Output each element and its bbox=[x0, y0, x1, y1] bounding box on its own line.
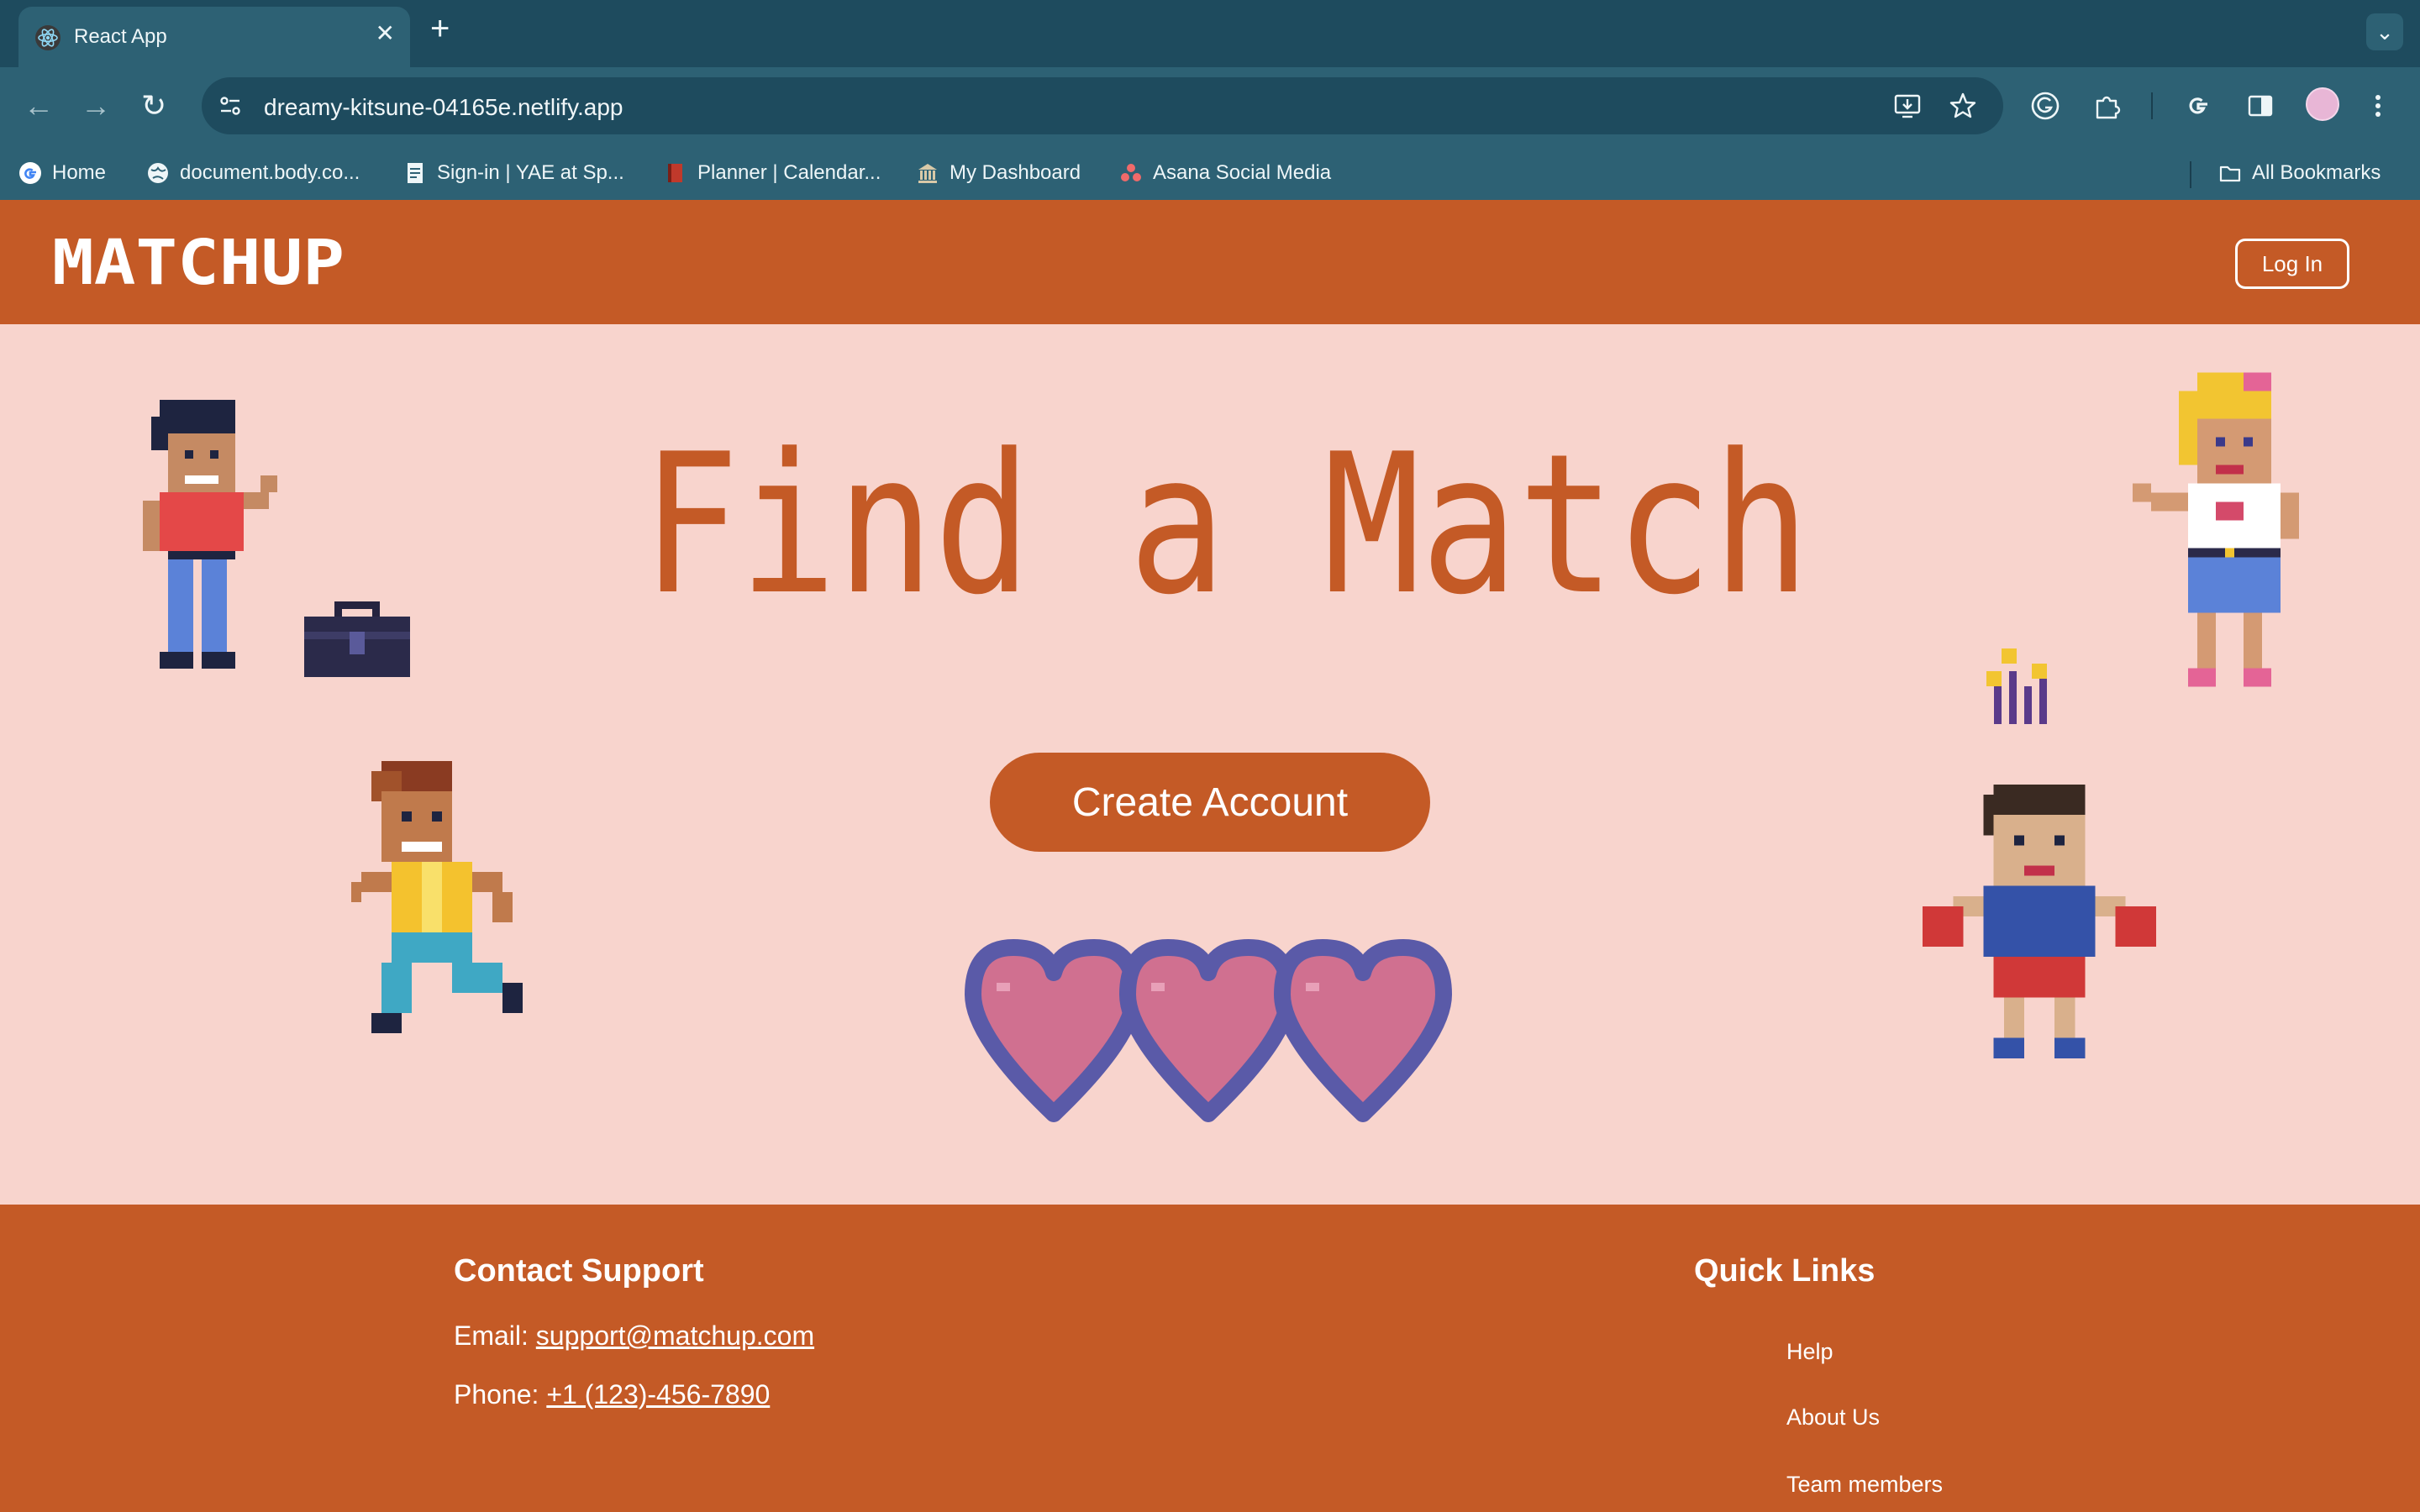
login-button[interactable]: Log In bbox=[2235, 239, 2349, 289]
install-app-icon[interactable] bbox=[1892, 91, 1923, 121]
address-bar[interactable]: dreamy-kitsune-04165e.netlify.app bbox=[202, 77, 2003, 134]
pixel-boy-red-shirt-icon bbox=[143, 400, 277, 669]
folder-icon bbox=[2219, 165, 2241, 182]
back-button[interactable]: ← bbox=[24, 87, 54, 124]
phone-label: Phone: bbox=[454, 1379, 547, 1410]
bookmark-yae-signin[interactable]: Sign-in | YAE at Sp... bbox=[403, 160, 624, 186]
quick-link-team-members[interactable]: Team members bbox=[1786, 1472, 1943, 1498]
globe-icon bbox=[148, 163, 168, 183]
more-menu-icon[interactable] bbox=[2368, 91, 2388, 121]
create-account-button[interactable]: Create Account bbox=[990, 753, 1430, 852]
bookmark-document-body[interactable]: document.body.co... bbox=[146, 160, 360, 186]
side-panel-icon[interactable] bbox=[2245, 91, 2275, 121]
bookmark-star-icon[interactable] bbox=[1948, 91, 1978, 121]
hero-title: Find a Match bbox=[642, 442, 1810, 601]
browser-tabstrip: React App ✕ + ⌄ bbox=[0, 0, 2420, 67]
doc-icon bbox=[408, 163, 423, 183]
site-info-icon[interactable] bbox=[217, 92, 244, 119]
bookmark-my-dashboard[interactable]: My Dashboard bbox=[916, 160, 1081, 186]
pixel-boxer-boy-icon bbox=[1923, 785, 2156, 1058]
url-text[interactable]: dreamy-kitsune-04165e.netlify.app bbox=[264, 94, 623, 121]
bookmark-home[interactable]: Home bbox=[18, 160, 106, 186]
reload-button[interactable]: ↻ bbox=[141, 87, 166, 124]
extensions-icon[interactable] bbox=[2092, 91, 2123, 121]
quick-link-help[interactable]: Help bbox=[1786, 1339, 1833, 1365]
bank-icon bbox=[918, 164, 937, 183]
svg-text:MATCHUP: MATCHUP bbox=[52, 230, 345, 291]
asana-icon bbox=[1121, 164, 1141, 181]
quick-links-heading: Quick Links bbox=[1694, 1253, 1876, 1289]
bookmarks-bar: Home document.body.co... Sign-in | YAE a… bbox=[0, 144, 2420, 200]
bookmark-planner[interactable]: Planner | Calendar... bbox=[664, 160, 881, 186]
heart-glasses-icon bbox=[965, 939, 1452, 1122]
tab-close-icon[interactable]: ✕ bbox=[376, 22, 395, 45]
pixel-running-boy-icon bbox=[351, 761, 523, 1033]
contact-email: Email: support@matchup.com bbox=[454, 1320, 814, 1352]
bookmarks-divider bbox=[2190, 161, 2191, 188]
new-tab-button[interactable]: + bbox=[430, 12, 450, 45]
bookmark-asana[interactable]: Asana Social Media bbox=[1119, 160, 1331, 186]
sparkle-flowers-icon bbox=[1986, 648, 2047, 724]
forward-button[interactable]: → bbox=[81, 87, 111, 124]
briefcase-icon bbox=[304, 601, 410, 677]
google-icon[interactable] bbox=[2183, 91, 2213, 121]
phone-link[interactable]: +1 (123)-456-7890 bbox=[546, 1379, 770, 1410]
hero-section: Find a Match Create Account bbox=[0, 324, 2420, 1205]
email-link[interactable]: support@matchup.com bbox=[536, 1320, 814, 1351]
tab-title: React App bbox=[74, 25, 167, 48]
pixel-girl-blonde-icon bbox=[2133, 372, 2299, 687]
site-footer: Contact Support Email: support@matchup.c… bbox=[0, 1205, 2420, 1512]
site-header: MATCHUP Log In bbox=[0, 200, 2420, 324]
react-icon bbox=[35, 25, 60, 50]
all-bookmarks[interactable]: All Bookmarks bbox=[2218, 160, 2381, 186]
svg-text:Find a Match: Find a Match bbox=[642, 442, 1810, 601]
email-label: Email: bbox=[454, 1320, 536, 1351]
book-icon bbox=[668, 164, 682, 182]
browser-toolbar: ← → ↻ dreamy-kitsune-04165e.netlify.app bbox=[0, 67, 2420, 144]
tab-search-chevron-icon[interactable]: ⌄ bbox=[2366, 13, 2403, 50]
contact-support-heading: Contact Support bbox=[454, 1253, 704, 1289]
google-icon bbox=[19, 162, 41, 184]
toolbar-divider bbox=[2151, 92, 2153, 119]
matchup-logo[interactable]: MATCHUP bbox=[50, 230, 353, 291]
contact-phone: Phone: +1 (123)-456-7890 bbox=[454, 1379, 770, 1410]
profile-avatar[interactable] bbox=[2306, 87, 2339, 121]
grammarly-icon[interactable] bbox=[2030, 91, 2060, 121]
quick-link-about-us[interactable]: About Us bbox=[1786, 1404, 1880, 1431]
browser-tab[interactable]: React App ✕ bbox=[18, 7, 410, 67]
